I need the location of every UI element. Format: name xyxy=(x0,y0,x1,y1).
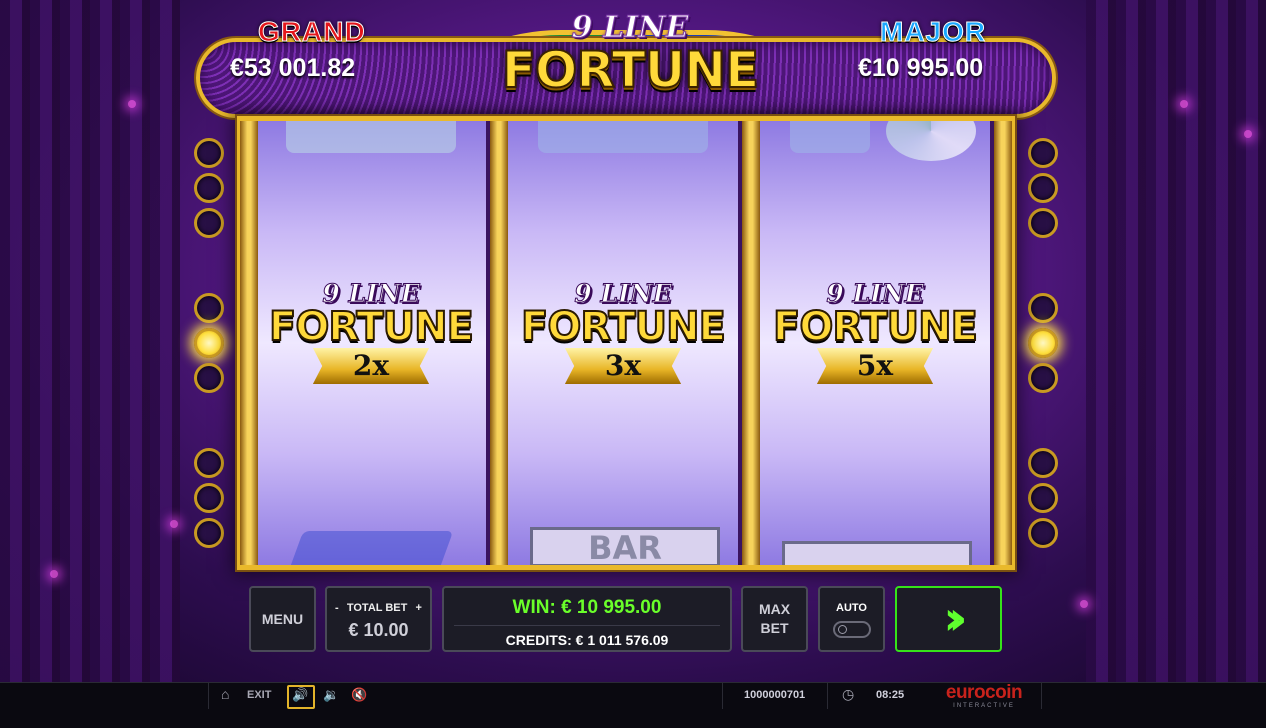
autoplay-control[interactable]: AUTO xyxy=(818,586,885,652)
partial-symbol-top xyxy=(538,121,708,153)
grand-jackpot-value: €53 001.82 xyxy=(230,54,356,82)
grand-jackpot-label: GRAND xyxy=(258,16,366,48)
bet-decrease-button[interactable]: - xyxy=(335,602,339,614)
payline-lamp xyxy=(1028,138,1058,168)
brand-word: eurocoin xyxy=(945,682,1023,703)
payline-lamp-active xyxy=(194,328,224,358)
menu-button[interactable]: MENU xyxy=(249,586,316,652)
home-icon[interactable]: ⌂ xyxy=(221,686,229,702)
payline-lamp xyxy=(1028,363,1058,393)
partial-bar-symbol: BAR xyxy=(530,527,720,565)
reel-divider xyxy=(490,121,508,565)
bottom-status-bar: ⌂ EXIT 🔊 🔉 🔇 1000000701 ◷ 08:25 eurocoin… xyxy=(0,682,1266,728)
total-bet-value: € 10.00 xyxy=(348,620,409,640)
partial-bar-frame-symbol xyxy=(782,541,972,565)
win-amount: WIN: € 10 995.00 xyxy=(512,597,662,618)
payline-lamp xyxy=(194,483,224,513)
game-logo: 9 LINE FORTUNE xyxy=(500,10,761,120)
symbol-word: FORTUNE xyxy=(772,303,979,351)
sparkle xyxy=(1244,130,1252,138)
brand-logo: eurocoin INTERACTIVE xyxy=(934,682,1034,710)
menu-label: MENU xyxy=(261,611,304,627)
major-jackpot-label: MAJOR xyxy=(879,16,987,48)
sound-low-icon[interactable]: 🔉 xyxy=(323,687,339,703)
sound-mute-icon[interactable]: 🔇 xyxy=(351,687,367,703)
partial-wheel-symbol xyxy=(886,121,976,161)
session-id: 1000000701 xyxy=(744,689,806,701)
payline-lamp xyxy=(194,448,224,478)
partial-symbol-top xyxy=(790,121,870,153)
payline-lamp xyxy=(1028,173,1058,203)
reel-divider xyxy=(994,121,1012,565)
game-stage: GRAND €53 001.82 MAJOR €10 995.00 9 LINE… xyxy=(0,0,1266,682)
multiplier-ribbon: 3x xyxy=(564,348,682,384)
payline-lamp xyxy=(194,138,224,168)
total-bet-control: - TOTAL BET + € 10.00 xyxy=(325,586,432,652)
multiplier-ribbon: 5x xyxy=(816,348,934,384)
fortune-symbol: 9 LINE FORTUNE 2x xyxy=(268,279,475,413)
curtain-left xyxy=(0,0,180,682)
payline-lamp xyxy=(194,363,224,393)
payline-lamp xyxy=(1028,293,1058,323)
max-bet-button[interactable]: MAX BET xyxy=(741,586,808,652)
sparkle xyxy=(50,570,58,578)
payline-lamp xyxy=(1028,448,1058,478)
partial-symbol-top xyxy=(286,121,456,153)
brand-sub: INTERACTIVE xyxy=(953,703,1015,709)
multiplier-ribbon: 2x xyxy=(312,348,430,384)
payline-lamp xyxy=(194,208,224,238)
logo-line: 9 LINE xyxy=(571,10,689,46)
sparkle xyxy=(1080,600,1088,608)
bottom-left-section: ⌂ EXIT 🔊 🔉 🔇 xyxy=(208,683,723,709)
symbol-word: FORTUNE xyxy=(268,303,475,351)
payline-lamp xyxy=(194,173,224,203)
toggle-knob xyxy=(837,625,847,634)
max-bet-label-line1: MAX xyxy=(758,601,791,617)
reel-divider xyxy=(742,121,760,565)
partial-seven-symbol xyxy=(288,531,454,565)
exit-button[interactable]: EXIT xyxy=(247,689,271,701)
bottom-right-section: ◷ 08:25 eurocoin INTERACTIVE xyxy=(827,683,1042,709)
win-credits-panel: WIN: € 10 995.00 CREDITS: € 1 011 576.09 xyxy=(442,586,732,652)
major-jackpot-value: €10 995.00 xyxy=(858,54,984,82)
sparkle xyxy=(1180,100,1188,108)
reel-1: 9 LINE FORTUNE 2x xyxy=(256,121,486,565)
auto-label: AUTO xyxy=(836,602,867,614)
credits-amount: CREDITS: € 1 011 576.09 xyxy=(505,632,669,648)
logo-word: FORTUNE xyxy=(501,40,761,100)
payline-lamp xyxy=(1028,208,1058,238)
clock-icon: ◷ xyxy=(842,686,855,702)
sound-full-icon[interactable]: 🔊 xyxy=(292,687,308,703)
payline-lamp-active xyxy=(1028,328,1058,358)
reel-divider xyxy=(240,121,258,565)
divider xyxy=(454,625,720,626)
clock-time: 08:25 xyxy=(876,689,905,701)
max-bet-label-line2: BET xyxy=(760,620,789,636)
payline-lamp xyxy=(194,293,224,323)
total-bet-label: TOTAL BET xyxy=(346,602,408,614)
reels-frame: 9 LINE FORTUNE 2x 9 LINE FORTUNE 3x BAR … xyxy=(237,116,1015,570)
sparkle xyxy=(170,520,178,528)
reel-3: 9 LINE FORTUNE 5x xyxy=(760,121,990,565)
payline-lamp xyxy=(194,518,224,548)
autoplay-toggle[interactable] xyxy=(832,621,871,638)
double-chevron-right-icon: ›› xyxy=(943,591,968,645)
fortune-symbol: 9 LINE FORTUNE 5x xyxy=(772,279,979,413)
sparkle xyxy=(128,100,136,108)
bet-increase-button[interactable]: + xyxy=(416,602,422,614)
reel-2: 9 LINE FORTUNE 3x BAR xyxy=(508,121,738,565)
spin-button[interactable]: ›› xyxy=(895,586,1002,652)
fortune-symbol: 9 LINE FORTUNE 3x xyxy=(520,279,727,413)
symbol-word: FORTUNE xyxy=(520,303,727,351)
curtain-right xyxy=(1086,0,1266,682)
payline-lamp xyxy=(1028,483,1058,513)
payline-lamp xyxy=(1028,518,1058,548)
